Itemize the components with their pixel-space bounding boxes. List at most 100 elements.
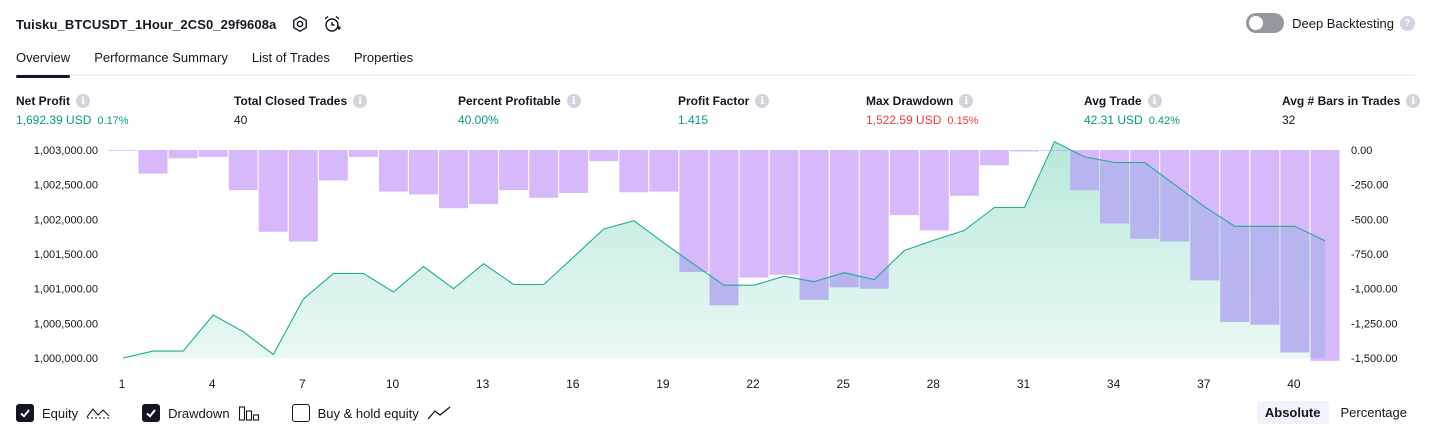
equity-checkbox[interactable]: [16, 404, 34, 422]
x-axis-tick: 37: [1197, 377, 1211, 391]
strategy-header: Tuisku_BTCUSDT_1Hour_2CS0_29f9608a: [16, 12, 342, 36]
value-mode-switch: Absolute Percentage: [1253, 401, 1415, 424]
metric-label: Total Closed Trades: [234, 94, 348, 108]
left-axis-tick: 1,002,500.00: [34, 180, 98, 192]
x-axis-tick: 1: [119, 377, 126, 391]
drawdown-bar: [979, 150, 1009, 166]
right-axis-tick: -1,250.00: [1351, 318, 1397, 330]
drawdown-bar: [228, 150, 258, 191]
drawdown-bar: [799, 150, 829, 300]
legend-drawdown[interactable]: Drawdown: [142, 404, 259, 422]
legend-equity[interactable]: Equity: [16, 404, 110, 422]
tab-performance-summary[interactable]: Performance Summary: [94, 44, 228, 76]
x-axis-tick: 13: [476, 377, 490, 391]
metric-net-profit: Net Profit i 1,692.39 USD 0.17%: [16, 94, 129, 127]
left-axis-tick: 1,001,500.00: [34, 249, 98, 261]
metric-value: 32: [1282, 113, 1296, 127]
legend-equity-label: Equity: [42, 405, 79, 421]
tab-properties[interactable]: Properties: [354, 44, 413, 76]
metric-value: 42.31 USD: [1084, 113, 1143, 127]
metric-percent: 0.17%: [97, 115, 129, 127]
drawdown-bar: [499, 150, 529, 191]
drawdown-bar: [919, 150, 949, 231]
drawdown-bar: [679, 150, 709, 272]
metric-avg-bars-in-trades: Avg # Bars in Trades i 32: [1282, 94, 1421, 127]
drawdown-bar: [559, 150, 589, 193]
right-axis-tick: -500.00: [1351, 214, 1388, 226]
metric-value: 40: [234, 113, 248, 127]
buy-hold-checkbox[interactable]: [291, 404, 310, 422]
drawdown-bar: [108, 150, 138, 151]
drawdown-bar: [138, 150, 168, 174]
metric-label: Max Drawdown: [866, 94, 954, 108]
metric-percent: 0.42%: [1148, 115, 1180, 127]
metric-avg-trade: Avg Trade i 42.31 USD 0.42%: [1084, 94, 1180, 127]
drawdown-bar: [469, 150, 499, 205]
left-axis-tick: 1,003,000.00: [34, 145, 98, 157]
alarm-clock-plus-icon[interactable]: [322, 14, 342, 34]
deep-backtesting: Deep Backtesting ?: [1246, 13, 1415, 33]
info-icon[interactable]: i: [959, 94, 974, 108]
drawdown-bar: [589, 150, 619, 162]
x-axis-tick: 4: [209, 377, 216, 391]
legend-buy-hold-equity[interactable]: Buy & hold equity: [291, 404, 451, 422]
legend-drawdown-label: Drawdown: [168, 405, 230, 421]
drawdown-bar: [619, 150, 649, 193]
right-axis-tick: -250.00: [1351, 180, 1388, 192]
metric-value: 1,522.59 USD: [866, 113, 942, 127]
x-axis-tick: 25: [837, 377, 851, 391]
equity-drawdown-chart[interactable]: 1,000,000.00 1,000,500.00 1,001,000.00 1,00…: [0, 140, 1431, 394]
x-axis-tick: 7: [299, 377, 306, 391]
x-axis-tick: 40: [1287, 377, 1301, 391]
x-axis-tick: 10: [386, 377, 400, 391]
x-axis-tick: 28: [927, 377, 941, 391]
drawdown-bar: [529, 150, 559, 198]
strategy-title: Tuisku_BTCUSDT_1Hour_2CS0_29f9608a: [16, 16, 277, 32]
absolute-mode-button[interactable]: Absolute: [1256, 401, 1329, 424]
drawdown-bar: [288, 150, 318, 242]
x-axis-tick: 34: [1107, 377, 1121, 391]
info-icon[interactable]: i: [76, 94, 90, 108]
metric-value: 1.415: [678, 113, 709, 127]
info-icon[interactable]: i: [1147, 94, 1162, 108]
legend-buy-hold-label: Buy & hold equity: [317, 405, 419, 421]
drawdown-series-icon: [238, 405, 260, 421]
info-icon[interactable]: i: [755, 94, 770, 108]
left-axis-tick: 1,002,000.00: [34, 214, 98, 226]
drawdown-bar: [198, 150, 228, 157]
buy-hold-series-icon: [427, 405, 451, 421]
metric-max-drawdown: Max Drawdown i 1,522.59 USD 0.15%: [866, 94, 979, 127]
x-axis-tick: 16: [566, 377, 580, 391]
metric-percent-profitable: Percent Profitable i 40.00%: [458, 94, 581, 127]
metric-label: Percent Profitable: [458, 94, 561, 108]
drawdown-bar: [1010, 150, 1039, 152]
tab-overview[interactable]: Overview: [16, 44, 71, 78]
report-tabs: Overview Performance Summary List of Tra…: [16, 44, 1415, 78]
right-axis-tick: 0.00: [1351, 145, 1372, 157]
metric-value: 1,692.39 USD: [16, 113, 92, 127]
drawdown-bar: [258, 150, 288, 232]
metric-value: 40.00%: [458, 113, 499, 127]
info-icon[interactable]: i: [353, 94, 368, 108]
gear-icon[interactable]: [290, 14, 310, 34]
drawdown-bar: [739, 150, 769, 278]
x-axis-tick: 31: [1017, 377, 1031, 391]
metric-total-closed-trades: Total Closed Trades i 40: [234, 94, 368, 127]
drawdown-bar: [649, 150, 679, 192]
metric-label: Profit Factor: [678, 94, 750, 108]
drawdown-checkbox[interactable]: [142, 404, 161, 422]
info-icon[interactable]: i: [1406, 94, 1421, 108]
percentage-mode-button[interactable]: Percentage: [1333, 401, 1416, 424]
chart-legend: Equity Drawdown Buy & hold equity: [16, 404, 483, 422]
info-icon[interactable]: i: [566, 94, 581, 108]
tab-list-of-trades[interactable]: List of Trades: [252, 44, 330, 76]
drawdown-bar: [378, 150, 408, 192]
metric-label: Avg Trade: [1084, 94, 1142, 108]
drawdown-bar: [829, 150, 859, 288]
help-icon[interactable]: ?: [1400, 15, 1415, 31]
x-axis-tick: 22: [746, 377, 760, 391]
drawdown-bar: [318, 150, 348, 181]
toggle-knob: [1249, 16, 1264, 30]
drawdown-bar: [889, 150, 919, 216]
deep-backtesting-toggle[interactable]: [1246, 13, 1285, 33]
